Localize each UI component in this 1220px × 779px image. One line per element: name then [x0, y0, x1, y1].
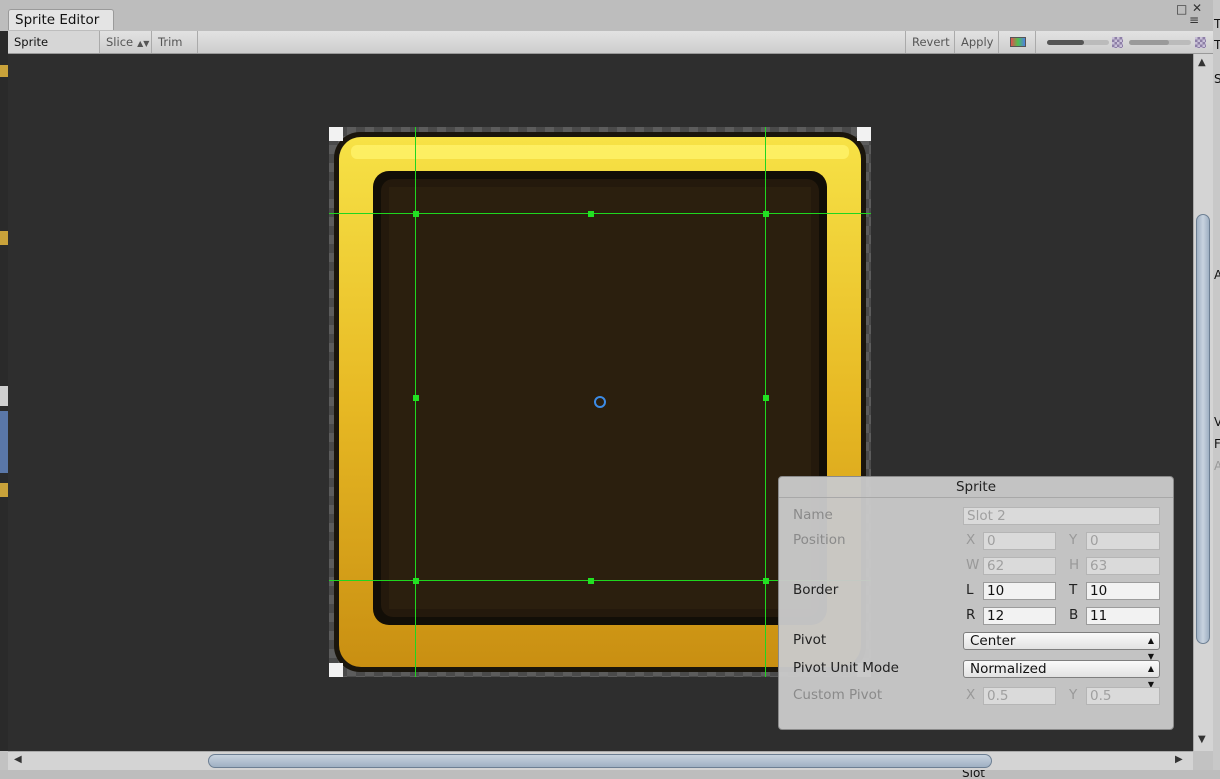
- mip-checker-icon: [1195, 37, 1206, 48]
- r-label: R: [966, 607, 976, 623]
- y-label: Y: [1069, 532, 1078, 548]
- vertical-scrollbar[interactable]: ▲ ▼: [1193, 54, 1213, 751]
- border-handle[interactable]: [413, 395, 419, 401]
- border-bottom-field[interactable]: 11: [1086, 607, 1160, 625]
- custom-pivot-y-label: Y: [1069, 687, 1078, 703]
- custom-pivot-x-field[interactable]: 0.5: [983, 687, 1056, 705]
- pivot-unit-mode-dropdown[interactable]: Normalized ▲ ▼: [963, 660, 1160, 689]
- inspector-letter: F: [1214, 437, 1220, 451]
- inspector-letter: V: [1214, 415, 1220, 429]
- border-left-field[interactable]: 10: [983, 582, 1056, 600]
- vertical-scroll-thumb[interactable]: [1196, 214, 1210, 644]
- menu-icon[interactable]: ≡: [1189, 14, 1199, 26]
- slice-button[interactable]: Slice ▲▼: [100, 31, 152, 53]
- left-window-edge: [0, 31, 8, 751]
- bottom-hierarchy-strip: Slot: [0, 770, 1220, 779]
- border-top-field[interactable]: 10: [1086, 582, 1160, 600]
- x-label: X: [966, 532, 976, 548]
- custom-pivot-label: Custom Pivot: [793, 687, 883, 703]
- maximize-icon[interactable]: □: [1176, 3, 1187, 15]
- border-handle[interactable]: [588, 211, 594, 217]
- pivot-unit-mode-value: Normalized: [970, 661, 1047, 677]
- position-label: Position: [793, 532, 846, 548]
- custom-pivot-x-label: X: [966, 687, 976, 703]
- border-handle[interactable]: [763, 211, 769, 217]
- horizontal-scroll-thumb[interactable]: [208, 754, 992, 768]
- tab-sprite-editor[interactable]: Sprite Editor: [8, 9, 114, 30]
- border-guide-top[interactable]: [329, 213, 871, 214]
- pivot-value: Center: [970, 633, 1016, 649]
- position-y-field[interactable]: 0: [1086, 532, 1160, 550]
- border-handle[interactable]: [413, 578, 419, 584]
- h-label: H: [1069, 557, 1080, 573]
- inspector-letter: S: [1214, 72, 1220, 86]
- zoom-checker-icon: [1112, 37, 1123, 48]
- slot-label: Slot: [962, 770, 985, 779]
- inspector-edge: T T S A V F A: [1213, 0, 1220, 779]
- pivot-unit-mode-label: Pivot Unit Mode: [793, 660, 899, 676]
- border-handle[interactable]: [588, 578, 594, 584]
- apply-button[interactable]: Apply: [955, 31, 999, 53]
- dropdown-caret-icon: ▲▼: [137, 39, 150, 48]
- name-label: Name: [793, 507, 833, 523]
- inspector-letter: T: [1214, 38, 1220, 52]
- border-guide-right[interactable]: [765, 127, 766, 677]
- border-handle[interactable]: [413, 211, 419, 217]
- slice-label: Slice: [106, 35, 134, 49]
- trim-button[interactable]: Trim: [152, 31, 198, 53]
- mip-slider-fill: [1129, 40, 1170, 45]
- b-label: B: [1069, 607, 1079, 623]
- border-right-field[interactable]: 12: [983, 607, 1056, 625]
- horizontal-scrollbar[interactable]: ◀ ▶: [8, 751, 1193, 770]
- inspector-letter: T: [1214, 17, 1220, 31]
- name-field[interactable]: Slot 2: [963, 507, 1160, 525]
- scroll-right-arrow-icon[interactable]: ▶: [1175, 754, 1183, 765]
- border-handle[interactable]: [763, 578, 769, 584]
- pivot-handle[interactable]: [594, 396, 606, 408]
- border-label: Border: [793, 582, 839, 598]
- zoom-slider[interactable]: [1047, 40, 1109, 45]
- border-guide-left[interactable]: [415, 127, 416, 677]
- width-field[interactable]: 62: [983, 557, 1056, 575]
- toolbar: Sprite Editor▲▼ Slice▲▼ Trim Revert Appl…: [8, 31, 1213, 71]
- border-handle[interactable]: [763, 395, 769, 401]
- window-titlebar: [0, 0, 1220, 31]
- height-field[interactable]: 63: [1086, 557, 1160, 575]
- revert-button[interactable]: Revert: [905, 31, 955, 53]
- t-label: T: [1069, 582, 1078, 598]
- panel-title: Sprite: [779, 477, 1173, 498]
- custom-pivot-y-field[interactable]: 0.5: [1086, 687, 1160, 705]
- inspector-letter: A: [1214, 268, 1220, 282]
- mip-slider[interactable]: [1129, 40, 1191, 45]
- pivot-label: Pivot: [793, 632, 827, 648]
- scroll-down-arrow-icon[interactable]: ▼: [1198, 734, 1206, 745]
- scroll-up-arrow-icon[interactable]: ▲: [1198, 57, 1206, 68]
- zoom-slider-fill: [1047, 40, 1085, 45]
- scroll-left-arrow-icon[interactable]: ◀: [14, 754, 22, 765]
- rgb-channel-icon[interactable]: [999, 31, 1036, 53]
- position-x-field[interactable]: 0: [983, 532, 1056, 550]
- pivot-dropdown[interactable]: Center ▲ ▼: [963, 632, 1160, 661]
- l-label: L: [966, 582, 974, 598]
- mode-dropdown[interactable]: Sprite Editor▲▼: [8, 31, 100, 71]
- inspector-letter: A: [1214, 459, 1220, 473]
- w-label: W: [966, 557, 980, 573]
- sprite-inspector-panel: Sprite Name Slot 2 Position X 0 Y 0 W 62…: [778, 476, 1174, 730]
